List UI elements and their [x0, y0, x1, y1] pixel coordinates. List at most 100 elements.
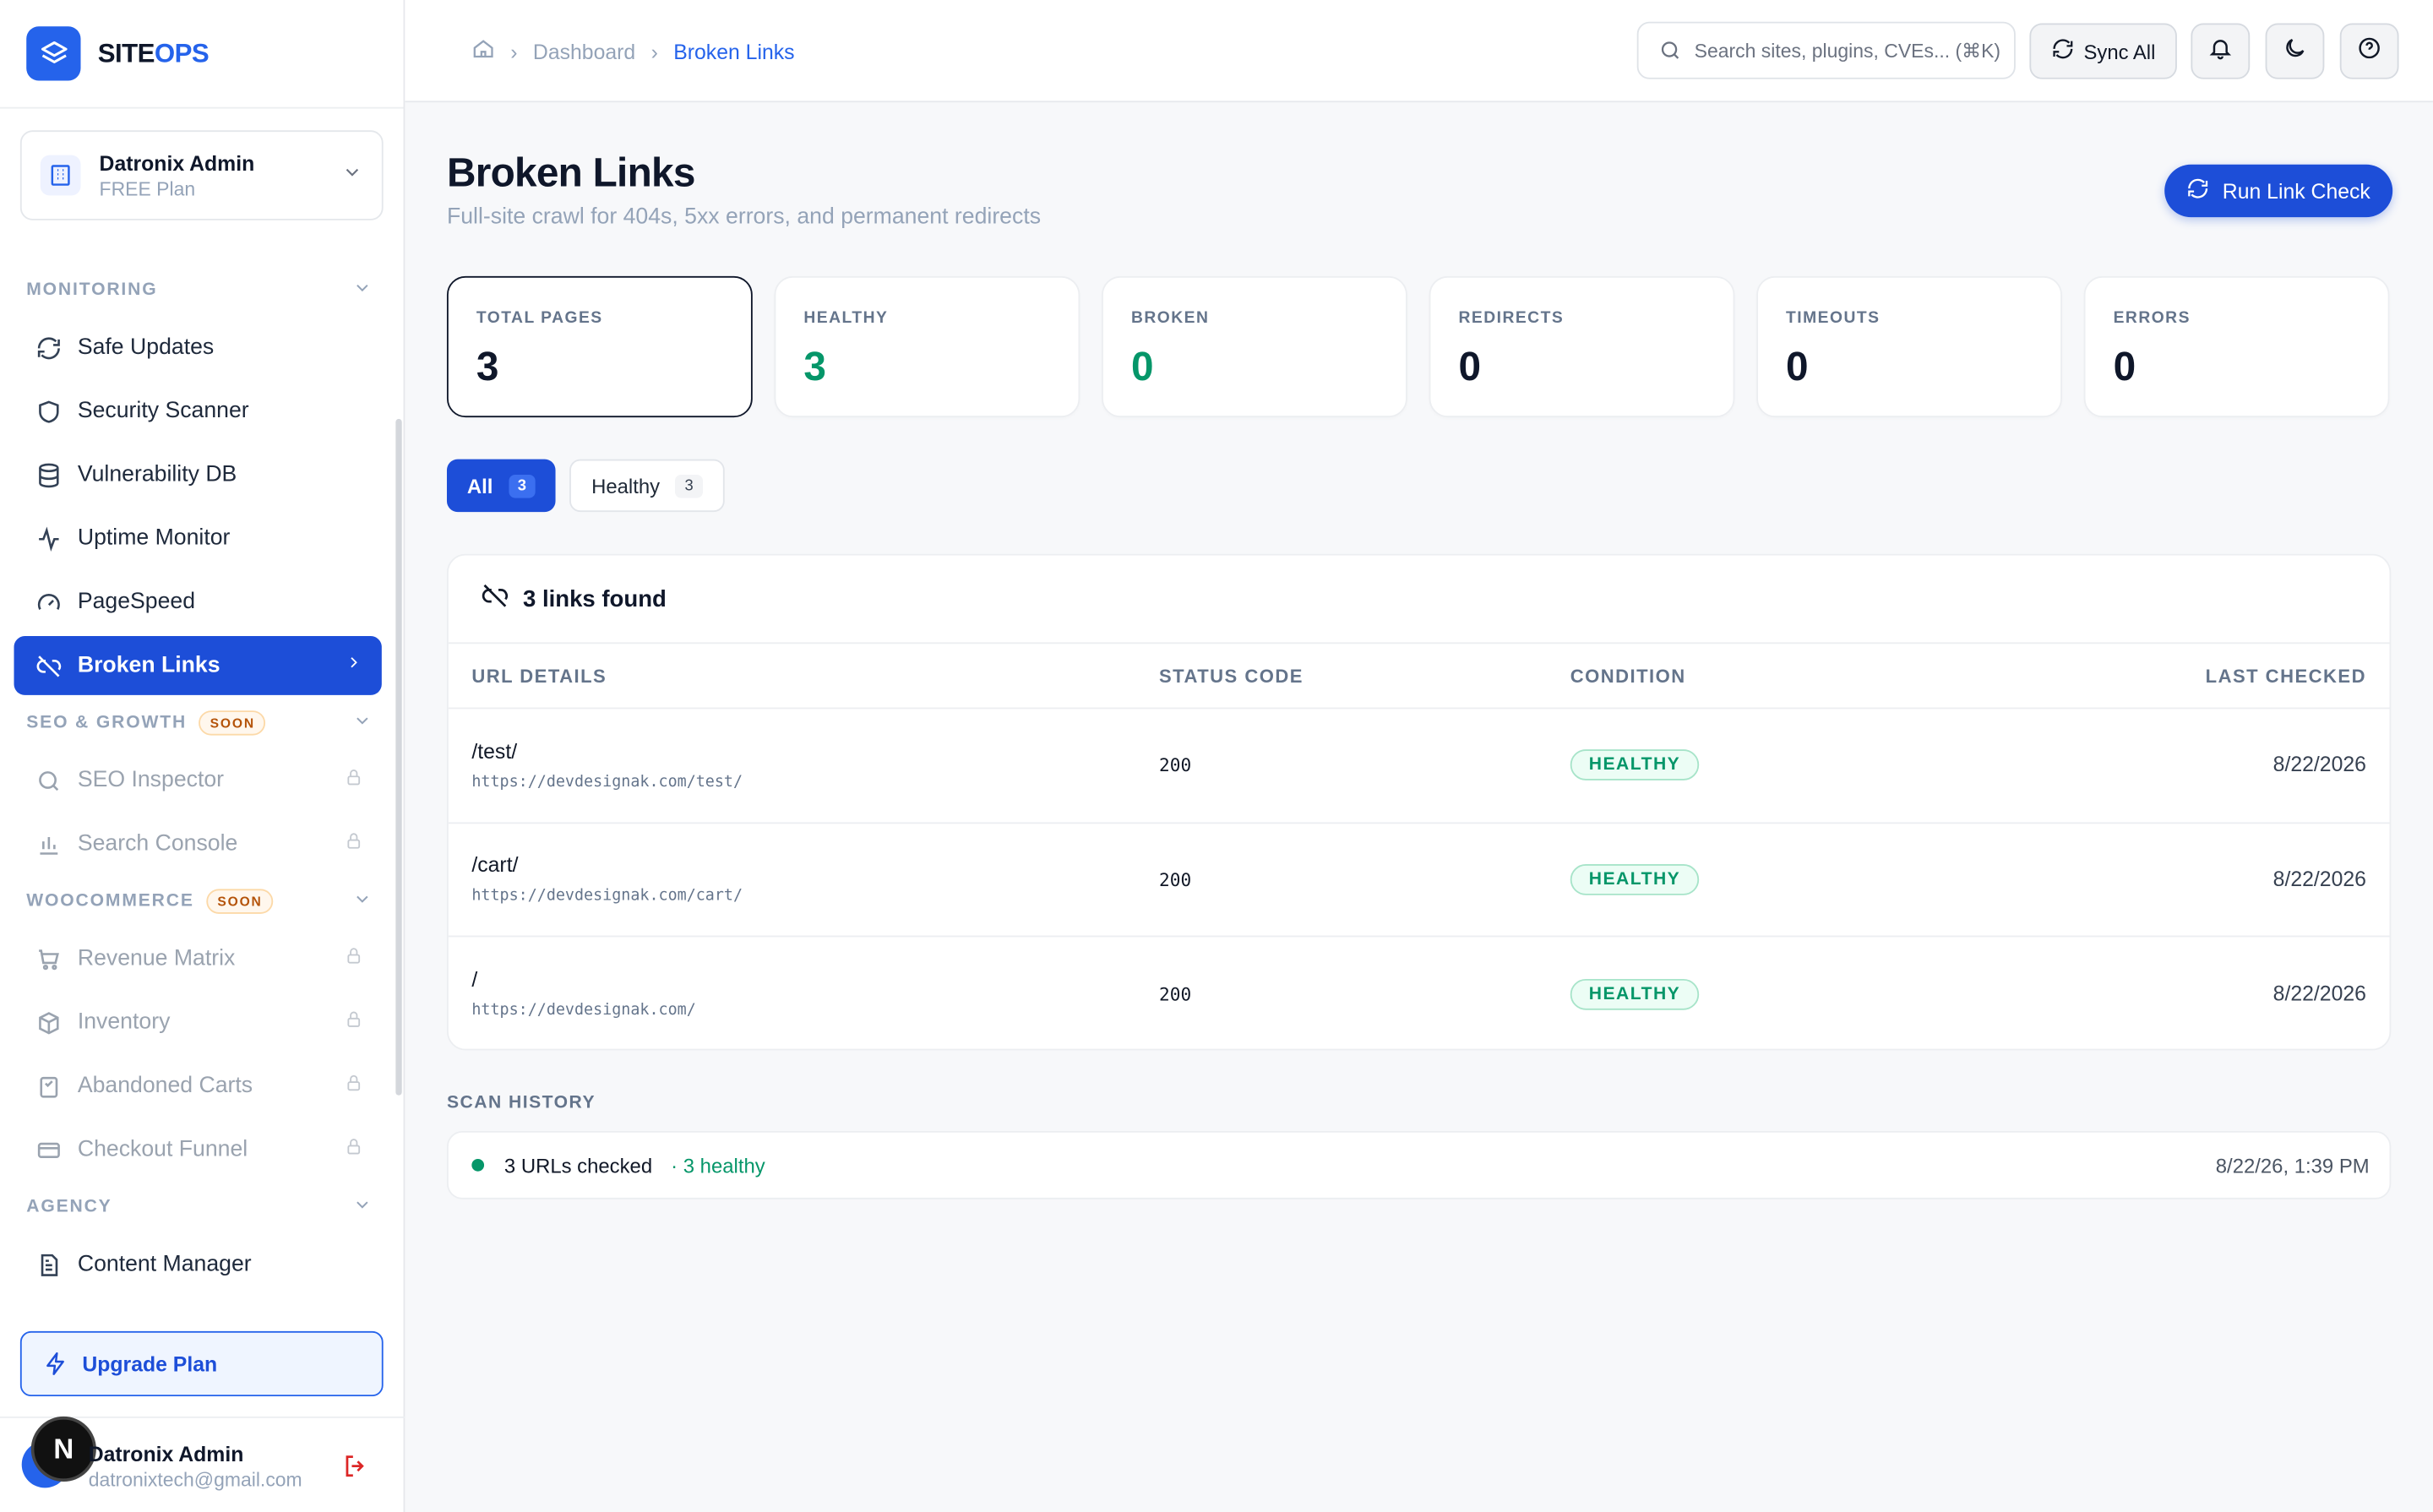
brand[interactable]: SITEOPS	[0, 0, 404, 109]
topbar: › Dashboard › Broken Links Search sites,…	[405, 0, 2433, 103]
chevron-right-icon: ›	[650, 39, 658, 63]
database-icon	[34, 460, 62, 488]
table-header: URL DETAILS STATUS CODE CONDITION LAST C…	[448, 644, 2390, 710]
sync-all-button[interactable]: Sync All	[2029, 23, 2177, 79]
sidebar-item-vulnerability-db[interactable]: Vulnerability DB	[14, 445, 382, 504]
filter-chips: All 3 Healthy 3	[446, 459, 725, 513]
sidebar-item-uptime-monitor[interactable]: Uptime Monitor	[14, 509, 382, 568]
table-row[interactable]: /test/ https://devdesignak.com/test/ 200…	[448, 709, 2390, 824]
lock-icon	[345, 831, 363, 856]
scan-history-item[interactable]: 3 URLs checked · 3 healthy 8/22/26, 1:39…	[446, 1130, 2392, 1199]
history-time: 8/22/26, 1:39 PM	[2215, 1153, 2370, 1178]
history-healthy: · 3 healthy	[671, 1153, 765, 1178]
breadcrumb-current: Broken Links	[673, 39, 795, 63]
brand-name: SITEOPS	[97, 37, 210, 68]
links-table-card: 3 links found URL DETAILS STATUS CODE CO…	[446, 553, 2392, 1051]
stat-healthy[interactable]: HEALTHY 3	[774, 275, 1080, 418]
filter-healthy[interactable]: Healthy 3	[569, 459, 725, 513]
chevron-right-icon: ›	[510, 39, 518, 63]
help-icon	[2357, 35, 2381, 68]
sidebar-item-revenue-matrix[interactable]: Revenue Matrix	[14, 929, 382, 988]
refresh-icon	[2051, 37, 2075, 65]
stat-redirects[interactable]: REDIRECTS 0	[1429, 275, 1735, 418]
section-seo-growth[interactable]: SEO & GROWTH SOON	[14, 699, 382, 746]
chevron-down-icon	[352, 278, 373, 302]
chevron-right-icon	[345, 653, 363, 677]
shield-icon	[34, 397, 62, 425]
status-badge: HEALTHY	[1570, 749, 1700, 781]
search-icon	[34, 766, 62, 794]
table-heading: 3 links found	[448, 556, 2390, 645]
status-badge: HEALTHY	[1570, 863, 1700, 895]
user-profile[interactable]: N Datronix Admin datronixtech@gmail.com	[0, 1416, 406, 1512]
stat-broken[interactable]: BROKEN 0	[1102, 275, 1407, 418]
run-link-check-button[interactable]: Run Link Check	[2164, 164, 2393, 218]
sidebar-item-seo-inspector[interactable]: SEO Inspector	[14, 751, 382, 810]
chevron-down-icon	[352, 889, 373, 913]
stat-errors[interactable]: ERRORS 0	[2083, 275, 2390, 418]
workspace-name: Datronix Admin	[99, 151, 255, 175]
sidebar-item-security-scanner[interactable]: Security Scanner	[14, 382, 382, 441]
credit-card-icon	[34, 1135, 62, 1163]
activity-icon	[34, 525, 62, 552]
search-input[interactable]: Search sites, plugins, CVEs... (⌘K)	[1636, 21, 2016, 79]
logout-icon[interactable]	[341, 1452, 369, 1488]
package-icon	[34, 1009, 62, 1036]
history-checked: 3 URLs checked	[503, 1153, 653, 1178]
table-row[interactable]: /cart/ https://devdesignak.com/cart/ 200…	[448, 823, 2390, 938]
status-dot	[471, 1159, 485, 1172]
notifications-button[interactable]	[2191, 23, 2251, 79]
bar-chart-icon	[34, 830, 62, 858]
sidebar-item-pagespeed[interactable]: PageSpeed	[14, 573, 382, 632]
unlink-icon	[481, 582, 509, 616]
filter-all[interactable]: All 3	[446, 459, 556, 513]
link-path: /test/	[471, 739, 518, 764]
section-monitoring[interactable]: MONITORING	[14, 267, 382, 313]
refresh-icon	[2187, 177, 2211, 204]
bell-icon	[2208, 35, 2233, 68]
breadcrumb-dashboard[interactable]: Dashboard	[533, 40, 635, 63]
stat-timeouts[interactable]: TIMEOUTS 0	[1756, 275, 2062, 418]
link-url[interactable]: https://devdesignak.com/cart/	[471, 888, 1159, 905]
lock-icon	[345, 1074, 363, 1098]
sidebar-item-broken-links[interactable]: Broken Links	[14, 636, 382, 695]
document-icon	[34, 1250, 62, 1278]
status-badge: HEALTHY	[1570, 978, 1700, 1010]
section-agency[interactable]: AGENCY	[14, 1183, 382, 1230]
link-url[interactable]: https://devdesignak.com/test/	[471, 774, 1159, 791]
sidebar-scrollbar[interactable]	[395, 418, 402, 1096]
layers-icon	[26, 26, 81, 81]
sidebar-item-checkout-funnel[interactable]: Checkout Funnel	[14, 1120, 382, 1179]
page-subtitle: Full-site crawl for 404s, 5xx errors, an…	[446, 204, 1042, 230]
search-icon	[1658, 39, 1682, 63]
sidebar-item-search-console[interactable]: Search Console	[14, 814, 382, 873]
status-code: 200	[1159, 868, 1192, 890]
upgrade-plan-button[interactable]: Upgrade Plan	[19, 1330, 384, 1397]
lightning-icon	[43, 1352, 68, 1376]
sidebar-item-abandoned-carts[interactable]: Abandoned Carts	[14, 1057, 382, 1116]
cart-icon	[34, 945, 62, 973]
help-button[interactable]	[2339, 23, 2399, 79]
workspace-switcher[interactable]: Datronix Admin FREE Plan	[19, 130, 384, 220]
section-woocommerce[interactable]: WOOCOMMERCE SOON	[14, 878, 382, 925]
sidebar-item-safe-updates[interactable]: Safe Updates	[14, 318, 382, 378]
unlink-icon	[34, 651, 62, 679]
soon-badge: SOON	[206, 889, 274, 914]
table-row[interactable]: / https://devdesignak.com/ 200 HEALTHY 8…	[449, 937, 2390, 1048]
status-code: 200	[1159, 754, 1192, 776]
building-icon	[40, 155, 81, 196]
home-icon[interactable]	[471, 37, 495, 65]
main-content: › Dashboard › Broken Links Search sites,…	[405, 0, 2433, 1512]
sidebar-item-inventory[interactable]: Inventory	[14, 993, 382, 1052]
last-checked: 8/22/2026	[2272, 753, 2366, 776]
bag-icon	[34, 1072, 62, 1100]
stat-total-pages[interactable]: TOTAL PAGES 3	[446, 275, 753, 418]
link-url[interactable]: https://devdesignak.com/	[471, 1003, 1159, 1020]
lock-icon	[345, 1010, 363, 1035]
n-badge[interactable]: N	[30, 1416, 96, 1482]
chevron-down-icon	[352, 710, 373, 735]
sidebar: SITEOPS Datronix Admin FREE Plan MONITOR…	[0, 0, 406, 1512]
theme-toggle-button[interactable]	[2265, 23, 2325, 79]
count-badge: 3	[508, 474, 536, 498]
sidebar-item-content-manager[interactable]: Content Manager	[14, 1235, 382, 1294]
